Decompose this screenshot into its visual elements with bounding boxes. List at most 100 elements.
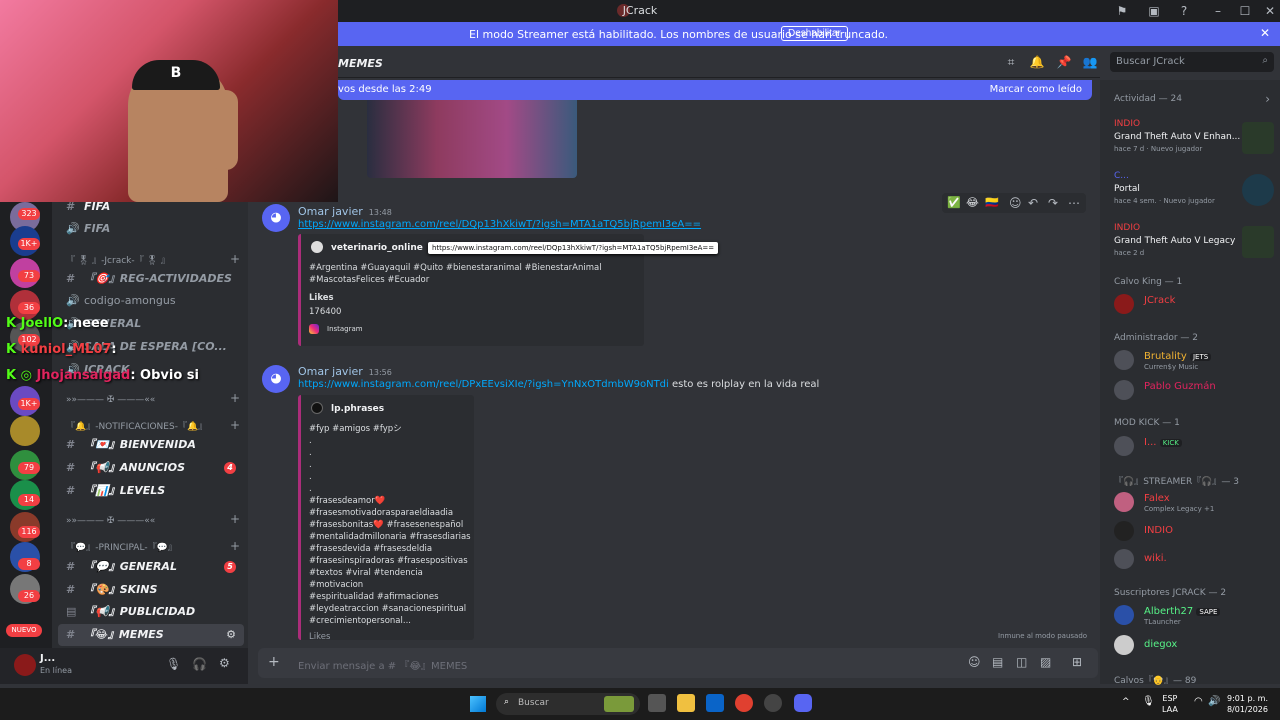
search-input[interactable]: Buscar JCrack ⌕ (1110, 52, 1274, 72)
message-composer[interactable]: + Enviar mensaje a # 『😂』MEMES ☺ ▤ ◫ ▨ ⊞ (258, 648, 1098, 678)
activity-header: Actividad — 24 (1114, 94, 1182, 104)
channel-item[interactable]: # 『📢』ANUNCIOS 4 (58, 457, 244, 479)
channel-item[interactable]: # 『🎨』SKINS (58, 579, 244, 601)
image-icon[interactable]: ▨ (1040, 655, 1051, 669)
check-reaction-icon[interactable]: ✅ (947, 196, 961, 209)
embed-line: #frasesmotivadorasparaeldiaadia (309, 508, 454, 518)
laugh-reaction-icon[interactable]: 😂 (966, 196, 979, 209)
mail-icon[interactable] (706, 694, 724, 712)
channel-item[interactable]: ▤ 『📢』PUBLICIDAD (58, 601, 244, 623)
category-header[interactable]: 『💬』-PRINCIPAL-『💬』 (58, 541, 244, 555)
microphone-icon[interactable]: 🎙 (166, 657, 181, 671)
threads-icon[interactable]: ⌗ (1003, 55, 1019, 71)
pin-icon[interactable]: 📌 (1056, 55, 1072, 71)
emoji-icon[interactable]: ☺ (968, 655, 981, 669)
channel-name: 『💬』GENERAL (84, 560, 177, 573)
volume-icon[interactable]: 🔊 (1208, 696, 1220, 707)
chevron-up-icon[interactable]: ^ (1122, 697, 1130, 707)
disable-streamer-button[interactable]: Deshabilitar (781, 26, 848, 41)
embed-site[interactable]: veterinario_online (331, 243, 423, 253)
discord-taskbar-icon[interactable] (794, 694, 812, 712)
mark-read-button[interactable]: Marcar como leído (990, 84, 1082, 95)
activity-user: INDIO (1114, 119, 1141, 129)
embed-field-name: Likes (309, 293, 334, 303)
message-link[interactable]: https://www.instagram.com/reel/DQp13hXki… (298, 219, 701, 230)
discord-avatar-icon[interactable]: ◕ (262, 365, 290, 393)
language-indicator[interactable]: ESP LAA (1162, 693, 1178, 715)
member-activity: TLauncher (1144, 618, 1181, 626)
headphones-icon[interactable]: 🎧 (192, 657, 207, 671)
reply-icon[interactable]: ↶ (1028, 196, 1038, 210)
user-settings-icon[interactable]: ⚙ (219, 656, 230, 670)
link-embed: lp.phrases #fyp #amigos #fypシ . . . . . … (298, 395, 474, 640)
member-tag: SAPE (1196, 608, 1221, 616)
message-author[interactable]: Omar javier (298, 365, 363, 378)
close-window-icon[interactable]: ✕ (1262, 3, 1278, 19)
channel-item-active[interactable]: # 『😂』MEMES ⚙ (58, 624, 244, 646)
bell-icon[interactable]: 🔔 (1029, 55, 1045, 71)
help-icon[interactable]: ? (1176, 3, 1192, 19)
role-header: Calvos『👴』— 89 (1114, 676, 1197, 686)
activity-card[interactable]: INDIO Grand Theft Auto V Enhan... hace 7… (1114, 118, 1274, 162)
minimize-icon[interactable]: – (1210, 3, 1226, 19)
close-icon[interactable]: ✕ (1260, 26, 1270, 40)
sticker-icon[interactable]: ◫ (1016, 655, 1027, 669)
add-channel-icon[interactable]: + (230, 418, 240, 432)
add-channel-icon[interactable]: + (230, 539, 240, 553)
taskbar-clock[interactable]: 9:01 p. m. 8/01/2026 (1220, 693, 1268, 715)
message-author[interactable]: Omar javier (298, 205, 363, 218)
avatar[interactable] (14, 654, 36, 676)
wifi-icon[interactable]: ◠ (1194, 696, 1203, 707)
category-header[interactable]: 『 🎖 』-Jcrack-『 🎖 』 (58, 254, 244, 268)
message-link[interactable]: https://www.instagram.com/reel/DPxEEvsiX… (298, 379, 669, 390)
channel-item[interactable]: # 『📊』LEVELS (58, 480, 244, 502)
activity-card[interactable]: C... Portal hace 4 sem. · Nuevo jugador (1114, 170, 1274, 214)
message-header: Omar javier 13:56 (298, 364, 392, 378)
taskbar-search[interactable]: ⌕ Buscar (496, 693, 640, 715)
stream-chat-overlay: K JoellO: neee K kuniol_ML07: K ◎ Jhojan… (6, 316, 199, 394)
flag-icon[interactable]: ⚑ (1114, 3, 1130, 19)
kick-icon: K (6, 342, 21, 357)
settings-icon[interactable]: ⚙ (226, 624, 236, 646)
apps-icon[interactable]: ⊞ (1072, 655, 1082, 669)
overlay-text: : neee (63, 316, 109, 331)
app-icon[interactable] (764, 694, 782, 712)
new-messages-bar[interactable]: vos desde las 2:49 Marcar como leído (338, 80, 1092, 100)
server-badge: 36 (18, 302, 40, 314)
activity-card[interactable]: INDIO Grand Theft Auto V Legacy hace 2 d (1114, 222, 1274, 266)
microphone-tray-icon[interactable]: 🎙 (1142, 696, 1155, 707)
members-icon[interactable]: 👥 (1082, 55, 1098, 71)
embed-line: #leydeatraccion #sanacionespiritual (309, 604, 467, 614)
add-channel-icon[interactable]: + (230, 391, 240, 405)
embed-line: . (309, 448, 312, 458)
gif-icon[interactable]: ▤ (992, 655, 1003, 669)
overlay-user: kuniol_ML07 (20, 342, 112, 357)
flag-reaction-icon[interactable]: 🇨🇴 (985, 196, 999, 209)
task-view-icon[interactable] (648, 694, 666, 712)
add-attachment-icon[interactable]: + (268, 654, 280, 670)
server-icon[interactable] (10, 416, 40, 446)
monitor-icon[interactable]: ▣ (1146, 3, 1162, 19)
voice-channel-item[interactable]: 🔊 FIFA (58, 218, 244, 240)
windows-start-icon[interactable] (470, 696, 486, 712)
voice-channel-item[interactable]: 🔊 codigo-amongus (58, 290, 244, 312)
server-badge: 323 (18, 208, 40, 220)
file-explorer-icon[interactable] (677, 694, 695, 712)
channel-item[interactable]: # 『🎯』REG-ACTIVIDADES (58, 268, 244, 290)
raised-hand (210, 90, 238, 170)
maximize-icon[interactable]: ☐ (1237, 3, 1253, 19)
search-icon: ⌕ (1262, 55, 1268, 66)
add-channel-icon[interactable]: + (230, 252, 240, 266)
add-reaction-icon[interactable]: ☺ (1009, 196, 1022, 210)
channel-item[interactable]: # 『💌』BIENVENIDA (58, 434, 244, 456)
category-header[interactable]: 『🔔』-NOTIFICACIONES-『🔔』 (58, 420, 244, 434)
add-channel-icon[interactable]: + (230, 512, 240, 526)
embed-image[interactable] (367, 100, 577, 178)
embed-site[interactable]: lp.phrases (331, 404, 384, 414)
forward-icon[interactable]: ↷ (1048, 196, 1058, 210)
chevron-right-icon[interactable]: › (1265, 92, 1270, 106)
chrome-icon[interactable] (735, 694, 753, 712)
discord-avatar-icon[interactable]: ◕ (262, 204, 290, 232)
channel-item[interactable]: # 『💬』GENERAL 5 (58, 556, 244, 578)
more-icon[interactable]: ⋯ (1068, 196, 1080, 210)
